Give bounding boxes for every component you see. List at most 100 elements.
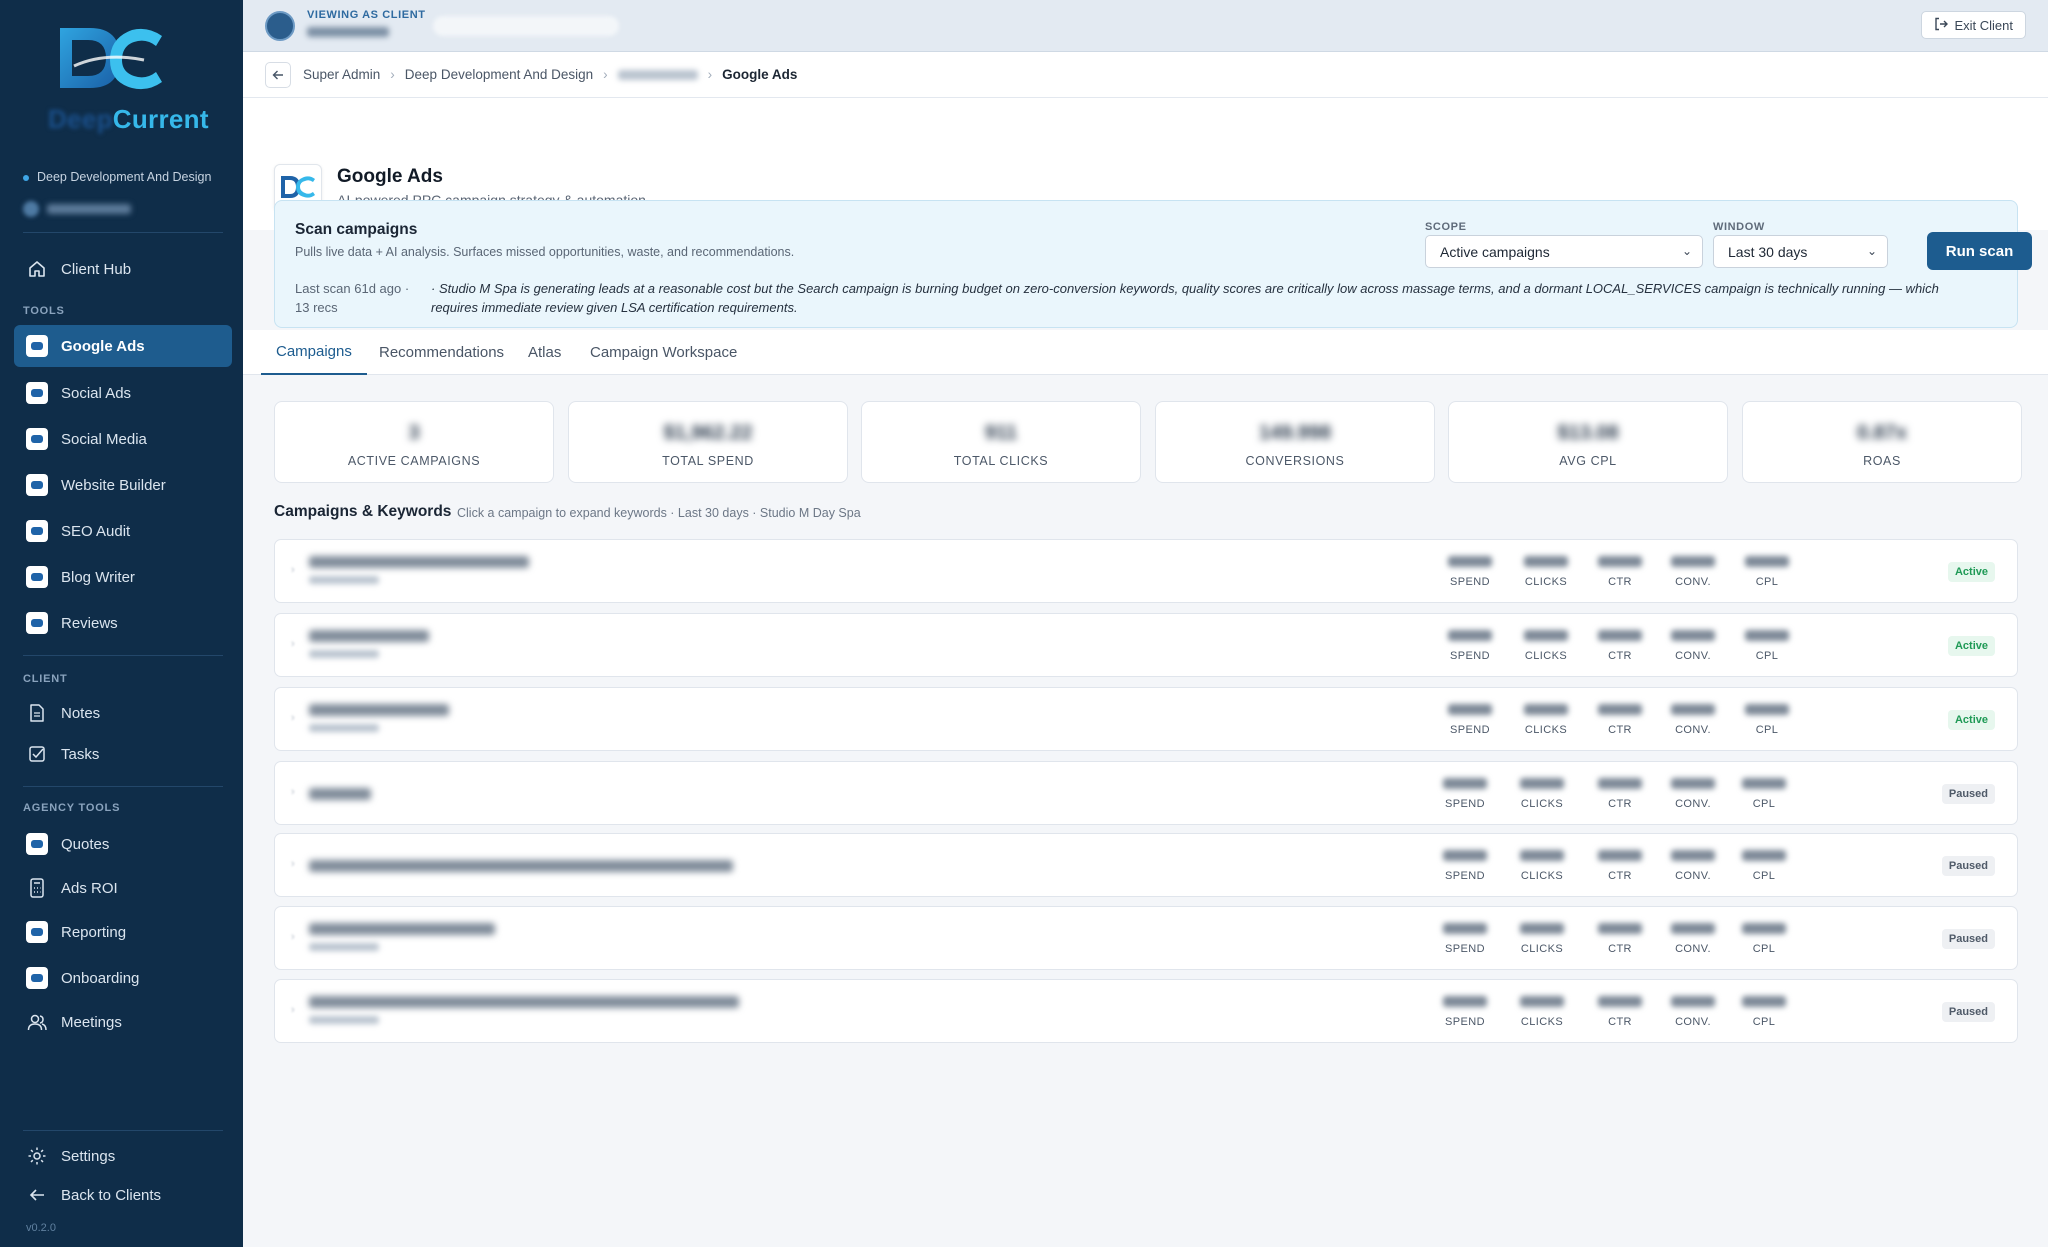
campaign-keyword-count-redacted [309, 576, 379, 584]
quotes-icon [26, 833, 48, 855]
run-scan-button[interactable]: Run scan [1927, 232, 2032, 270]
metric-label: CPL [1752, 943, 1776, 955]
chevron-right-icon[interactable]: › [291, 786, 295, 798]
status-badge: Paused [1941, 784, 1995, 804]
back-to-clients-link[interactable]: Back to Clients [14, 1174, 232, 1216]
campaign-metric: CTR [1590, 762, 1650, 826]
metric-label: SPEND [1445, 798, 1485, 810]
metric-value-redacted [1598, 630, 1642, 641]
tab-campaigns[interactable]: Campaigns [261, 330, 367, 375]
metric-value-redacted [1520, 778, 1564, 789]
sidebar-item-google-ads[interactable]: Google Ads [14, 325, 232, 367]
sidebar-item-social-media[interactable]: Social Media [14, 418, 232, 460]
chevron-down-icon: ⌄ [1681, 244, 1692, 258]
sidebar-item-notes[interactable]: Notes [14, 692, 232, 734]
sidebar-item-onboarding[interactable]: Onboarding [14, 957, 232, 999]
sidebar-item-tasks[interactable]: Tasks [14, 733, 232, 775]
campaign-metric: SPEND [1440, 540, 1500, 604]
sidebar-item-website-builder[interactable]: Website Builder [14, 464, 232, 506]
metric-value-redacted [1598, 850, 1642, 861]
kpi-value: 0.87x [1856, 422, 1908, 444]
campaign-row[interactable]: › SPEND CLICKS CTR CONV. CPL Paused [274, 761, 2018, 825]
sidebar-item-label: Client Hub [61, 260, 132, 278]
metric-label: CLICKS [1524, 576, 1568, 588]
brand-name: DeepCurrent [48, 104, 209, 134]
home-icon [26, 258, 48, 280]
sidebar-item-social-ads[interactable]: Social Ads [14, 372, 232, 414]
campaign-row[interactable]: › SPEND CLICKS CTR CONV. CPL Active [274, 539, 2018, 603]
campaign-metric: CONV. [1663, 834, 1723, 898]
window-label: WINDOW [1713, 221, 1765, 233]
client-context-redacted [23, 200, 135, 217]
campaign-name-redacted [309, 860, 733, 872]
sidebar-item-meetings[interactable]: Meetings [14, 1001, 232, 1043]
gear-icon [26, 1145, 48, 1167]
sidebar-item-ads-roi[interactable]: Ads ROI [14, 867, 232, 909]
breadcrumb-current: Google Ads [722, 67, 798, 82]
campaign-metric: CONV. [1663, 540, 1723, 604]
campaign-metric: SPEND [1440, 688, 1500, 752]
sidebar-item-label: Social Ads [61, 384, 132, 402]
metric-label: CLICKS [1520, 1016, 1564, 1028]
exit-client-button[interactable]: Exit Client [1921, 11, 2026, 39]
window-select[interactable]: Last 30 days ⌄ [1713, 235, 1888, 268]
section-label-agency-tools: AGENCY TOOLS [23, 802, 121, 814]
breadcrumb-agency[interactable]: Deep Development And Design [405, 67, 593, 82]
client-meta-redacted [433, 16, 619, 36]
breadcrumb-client-redacted[interactable] [617, 69, 698, 80]
chevron-right-icon[interactable]: › [291, 858, 295, 870]
kpi-value: $1,962.22 [663, 422, 753, 444]
metric-label: CLICKS [1520, 798, 1564, 810]
sidebar-item-seo-audit[interactable]: SEO Audit [14, 510, 232, 552]
sidebar-item-reviews[interactable]: Reviews [14, 602, 232, 644]
metric-label: CONV. [1675, 870, 1711, 882]
metric-label: CONV. [1675, 724, 1711, 736]
tab-campaign-workspace[interactable]: Campaign Workspace [590, 330, 737, 375]
campaign-row[interactable]: › SPEND CLICKS CTR CONV. CPL Paused [274, 979, 2018, 1043]
chevron-right-icon[interactable]: › [291, 931, 295, 943]
campaign-metric: CONV. [1663, 762, 1723, 826]
sidebar-item-client-hub[interactable]: Client Hub [14, 248, 232, 290]
chevron-right-icon[interactable]: › [291, 564, 295, 576]
campaign-row[interactable]: › SPEND CLICKS CTR CONV. CPL Active [274, 613, 2018, 677]
metric-label: CTR [1608, 870, 1632, 882]
metric-value-redacted [1598, 778, 1642, 789]
kpi-value: 3 [408, 422, 420, 444]
tab-recommendations[interactable]: Recommendations [379, 330, 504, 375]
chevron-right-icon[interactable]: › [291, 638, 295, 650]
metric-value-redacted [1598, 923, 1642, 934]
reporting-icon [26, 921, 48, 943]
metric-label: CPL [1752, 870, 1776, 882]
breadcrumb-super-admin[interactable]: Super Admin [303, 67, 380, 82]
tab-atlas[interactable]: Atlas [528, 330, 561, 375]
calculator-icon [26, 877, 48, 899]
campaign-metric: SPEND [1435, 762, 1495, 826]
metric-label: CLICKS [1520, 943, 1564, 955]
metric-label: CTR [1608, 798, 1632, 810]
sidebar-item-label: Blog Writer [61, 568, 135, 586]
chevron-right-icon[interactable]: › [291, 1004, 295, 1016]
deepcurrent-logo-icon [60, 28, 162, 90]
back-button[interactable] [265, 61, 291, 88]
breadcrumb: Super Admin › Deep Development And Desig… [243, 52, 2048, 98]
status-badge: Paused [1941, 929, 1995, 949]
sidebar-item-label: Website Builder [61, 476, 166, 494]
sidebar-item-settings[interactable]: Settings [14, 1135, 232, 1177]
campaign-metric: CLICKS [1516, 614, 1576, 678]
scope-select[interactable]: Active campaigns ⌄ [1425, 235, 1703, 268]
sidebar-item-blog-writer[interactable]: Blog Writer [14, 556, 232, 598]
brand-logo[interactable]: DeepCurrent [48, 22, 208, 134]
metric-value-redacted [1448, 630, 1492, 641]
sidebar-item-reporting[interactable]: Reporting [14, 911, 232, 953]
client-view-banner: VIEWING AS CLIENT Exit Client [243, 0, 2048, 52]
logout-icon [1934, 17, 1949, 34]
campaign-row[interactable]: › SPEND CLICKS CTR CONV. CPL Paused [274, 833, 2018, 897]
metric-label: CTR [1608, 724, 1632, 736]
chevron-right-icon[interactable]: › [291, 712, 295, 724]
campaign-row[interactable]: › SPEND CLICKS CTR CONV. CPL Paused [274, 906, 2018, 970]
sidebar-item-quotes[interactable]: Quotes [14, 823, 232, 865]
metric-value-redacted [1443, 778, 1487, 789]
metric-label: CPL [1752, 1016, 1776, 1028]
campaign-row[interactable]: › SPEND CLICKS CTR CONV. CPL Active [274, 687, 2018, 751]
sidebar-item-label: Reviews [61, 614, 118, 632]
